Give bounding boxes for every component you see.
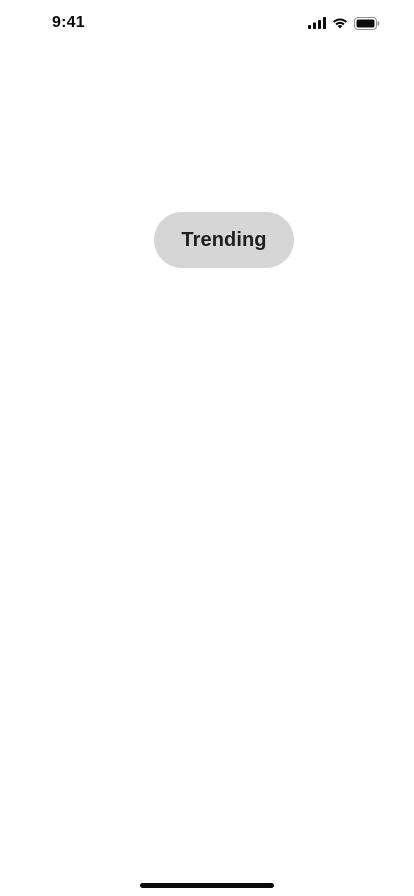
- wifi-icon: [332, 17, 348, 29]
- home-indicator[interactable]: [140, 883, 274, 888]
- trending-button-label: Trending: [181, 228, 267, 251]
- status-icons: [308, 14, 380, 32]
- battery-icon: [354, 16, 380, 30]
- trending-button[interactable]: Trending: [154, 212, 294, 268]
- status-time: 9:41: [52, 14, 85, 31]
- cellular-signal-icon: [308, 17, 326, 29]
- status-bar: 9:41: [0, 0, 414, 44]
